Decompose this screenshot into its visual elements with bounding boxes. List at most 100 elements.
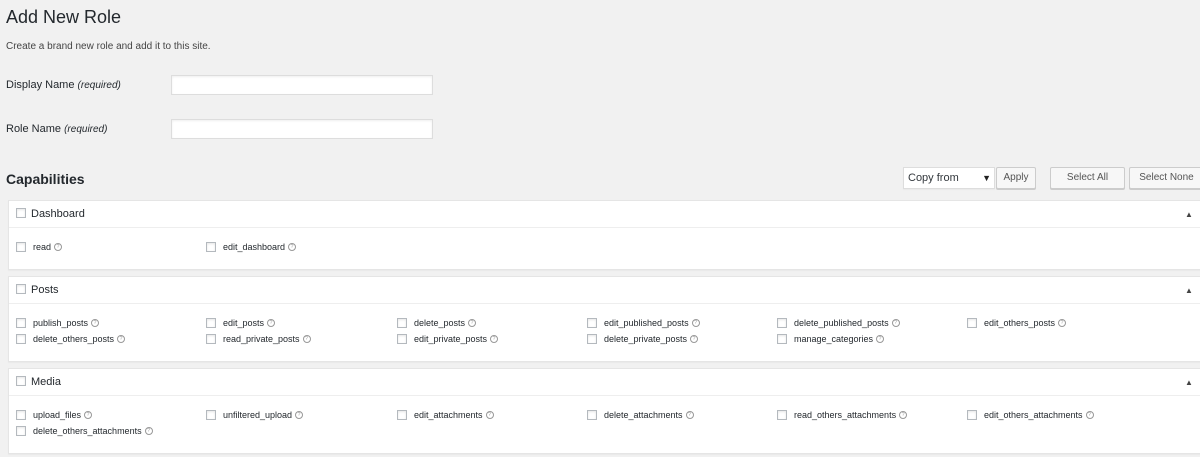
capability-checkbox[interactable] [777,318,787,328]
help-icon[interactable]: ? [485,411,494,419]
help-icon[interactable]: ? [267,319,276,327]
help-icon[interactable]: ? [690,335,699,343]
capability-item[interactable]: edit_dashboard? [206,240,297,254]
capability-checkbox[interactable] [777,410,787,420]
capability-group-posts: Posts ▲ publish_posts? edit_posts? delete_po… [8,276,1200,362]
apply-button[interactable]: Apply [996,167,1036,189]
role-name-row: Role Name (required) [6,119,433,139]
help-icon[interactable]: ? [891,319,900,327]
capability-checkbox[interactable] [967,410,977,420]
capability-checkbox[interactable] [587,410,597,420]
help-icon[interactable]: ? [54,243,63,251]
group-checkbox[interactable] [16,376,26,386]
copy-from-selected: Copy from [908,172,959,184]
capability-item[interactable]: delete_published_posts? [777,316,900,330]
help-icon[interactable]: ? [302,335,311,343]
capability-label: edit_private_posts [414,334,488,344]
display-name-input[interactable] [171,75,433,95]
group-checkbox[interactable] [16,208,26,218]
collapse-arrow-icon[interactable]: ▲ [1185,378,1193,387]
capability-item[interactable]: manage_categories? [777,332,885,346]
capability-label: unfiltered_upload [223,410,293,420]
help-icon[interactable]: ? [468,319,477,327]
role-name-label-text: Role Name [6,123,62,135]
collapse-arrow-icon[interactable]: ▲ [1185,210,1193,219]
select-all-button[interactable]: Select All [1050,167,1125,189]
capability-item[interactable]: edit_others_posts? [967,316,1067,330]
capability-checkbox[interactable] [16,242,26,252]
group-header[interactable]: Dashboard ▲ [9,201,1200,228]
help-icon[interactable]: ? [84,411,93,419]
display-name-label-text: Display Name [6,79,75,91]
capability-checkbox[interactable] [967,318,977,328]
capability-item[interactable]: edit_private_posts? [397,332,499,346]
help-icon[interactable]: ? [876,335,885,343]
capability-label: edit_posts [223,318,265,328]
capability-item[interactable]: delete_private_posts? [587,332,699,346]
capability-item[interactable]: upload_files? [16,408,93,422]
capability-item[interactable]: read_others_attachments? [777,408,908,422]
capability-label: read [33,242,52,252]
capability-checkbox[interactable] [397,318,407,328]
capability-label: read_others_attachments [794,410,897,420]
capability-checkbox[interactable] [397,334,407,344]
capability-checkbox[interactable] [16,410,26,420]
capability-item[interactable]: read_private_posts? [206,332,311,346]
capability-item[interactable]: edit_published_posts? [587,316,700,330]
group-header[interactable]: Posts ▲ [9,277,1200,304]
capability-checkbox[interactable] [16,318,26,328]
help-icon[interactable]: ? [1058,319,1067,327]
group-checkbox[interactable] [16,284,26,294]
help-icon[interactable]: ? [685,411,694,419]
capability-label: delete_private_posts [604,334,688,344]
help-icon[interactable]: ? [1085,411,1094,419]
capability-label: edit_published_posts [604,318,689,328]
capability-checkbox[interactable] [397,410,407,420]
capability-item[interactable]: delete_attachments? [587,408,694,422]
capability-item[interactable]: edit_posts? [206,316,276,330]
capability-label: edit_dashboard [223,242,286,252]
select-none-button[interactable]: Select None [1129,167,1200,189]
capability-item[interactable]: edit_others_attachments? [967,408,1094,422]
role-name-label: Role Name (required) [6,123,171,135]
capability-item[interactable]: delete_posts? [397,316,477,330]
capability-item[interactable]: edit_attachments? [397,408,494,422]
help-icon[interactable]: ? [91,319,100,327]
capability-item[interactable]: delete_others_posts? [16,332,126,346]
display-name-row: Display Name (required) [6,75,433,95]
group-name: Media [31,376,61,388]
help-icon[interactable]: ? [117,335,126,343]
group-name: Posts [31,284,59,296]
role-name-input[interactable] [171,119,433,139]
capability-checkbox[interactable] [16,426,26,436]
capability-label: delete_attachments [604,410,683,420]
capability-item[interactable]: delete_others_attachments? [16,424,153,438]
copy-from-select[interactable]: Copy from ▼ [903,167,995,189]
capability-item[interactable]: publish_posts? [16,316,100,330]
group-name: Dashboard [31,208,85,220]
collapse-arrow-icon[interactable]: ▲ [1185,286,1193,295]
help-icon[interactable]: ? [691,319,700,327]
help-icon[interactable]: ? [295,411,304,419]
capability-checkbox[interactable] [587,334,597,344]
capability-checkbox[interactable] [587,318,597,328]
display-name-required: (required) [77,80,121,91]
capability-label: edit_others_posts [984,318,1056,328]
capability-item[interactable]: read? [16,240,63,254]
help-icon[interactable]: ? [144,427,153,435]
capability-label: delete_posts [414,318,466,328]
help-icon[interactable]: ? [899,411,908,419]
capability-item[interactable]: unfiltered_upload? [206,408,304,422]
capability-checkbox[interactable] [206,334,216,344]
capability-checkbox[interactable] [206,242,216,252]
display-name-label: Display Name (required) [6,79,171,91]
capability-checkbox[interactable] [16,334,26,344]
capability-checkbox[interactable] [777,334,787,344]
capability-checkbox[interactable] [206,318,216,328]
help-icon[interactable]: ? [288,243,297,251]
help-icon[interactable]: ? [490,335,499,343]
capability-label: edit_attachments [414,410,483,420]
capability-checkbox[interactable] [206,410,216,420]
group-header[interactable]: Media ▲ [9,369,1200,396]
capability-group-dashboard: Dashboard ▲ read? edit_dashboard? [8,200,1200,270]
